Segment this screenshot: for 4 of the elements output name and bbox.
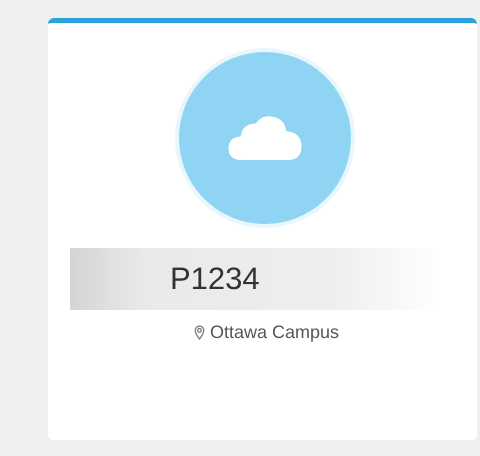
cloud-icon: [227, 114, 303, 162]
device-id: P1234: [170, 261, 260, 297]
location-label: Ottawa Campus: [210, 322, 340, 343]
location-pin-icon: [194, 325, 205, 340]
